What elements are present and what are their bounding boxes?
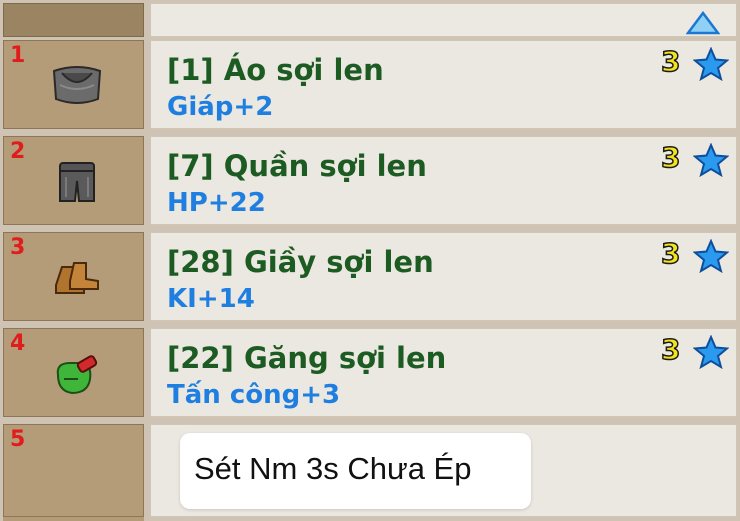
inventory-panel: 1 [1] Áo sợi len Giáp+2 3 2 [7] Quần sợi… [0,0,740,521]
pants-icon [59,162,95,202]
item-slot-5[interactable]: 5 [3,424,144,517]
item-row-2[interactable]: [7] Quần sợi len HP+22 3 [150,136,737,225]
slot-number: 4 [10,331,26,356]
item-row-4[interactable]: [22] Găng sợi len Tấn công+3 3 [150,328,737,417]
slot-number: 1 [10,43,26,68]
item-name: [28] Giầy sợi len [167,245,434,279]
item-slot-1[interactable]: 1 [3,40,144,129]
boots-icon [55,262,99,294]
star-count: 3 [660,44,681,79]
star-count: 3 [660,332,681,367]
header-bar [150,3,737,37]
item-name: [22] Găng sợi len [167,341,447,375]
item-stat: Giáp+2 [167,92,274,122]
note-text: Sét Nm 3s Chưa Ép [194,451,472,486]
item-stat: Tấn công+3 [167,380,341,410]
star-icon [693,143,729,177]
star-icon [693,239,729,273]
item-stat: HP+22 [167,188,266,218]
item-slot-2[interactable]: 2 [3,136,144,225]
star-count: 3 [660,236,681,271]
shirt-icon [52,66,102,104]
gloves-icon [56,355,98,395]
slot-number: 5 [10,427,26,452]
item-slot-4[interactable]: 4 [3,328,144,417]
slot-number: 2 [10,139,26,164]
item-name: [1] Áo sợi len [167,53,384,87]
star-count: 3 [660,140,681,175]
note-bubble: Sét Nm 3s Chưa Ép [180,433,531,509]
item-row-1[interactable]: [1] Áo sợi len Giáp+2 3 [150,40,737,129]
star-icon [693,335,729,369]
item-row-3[interactable]: [28] Giầy sợi len KI+14 3 [150,232,737,321]
item-name: [7] Quần sợi len [167,149,427,183]
item-slot-3[interactable]: 3 [3,232,144,321]
item-stat: KI+14 [167,284,255,314]
bottom-strip [3,517,144,521]
slot-number: 3 [10,235,26,260]
scroll-up-icon[interactable] [686,11,720,37]
header-left-cell [3,3,144,37]
star-icon [693,47,729,81]
